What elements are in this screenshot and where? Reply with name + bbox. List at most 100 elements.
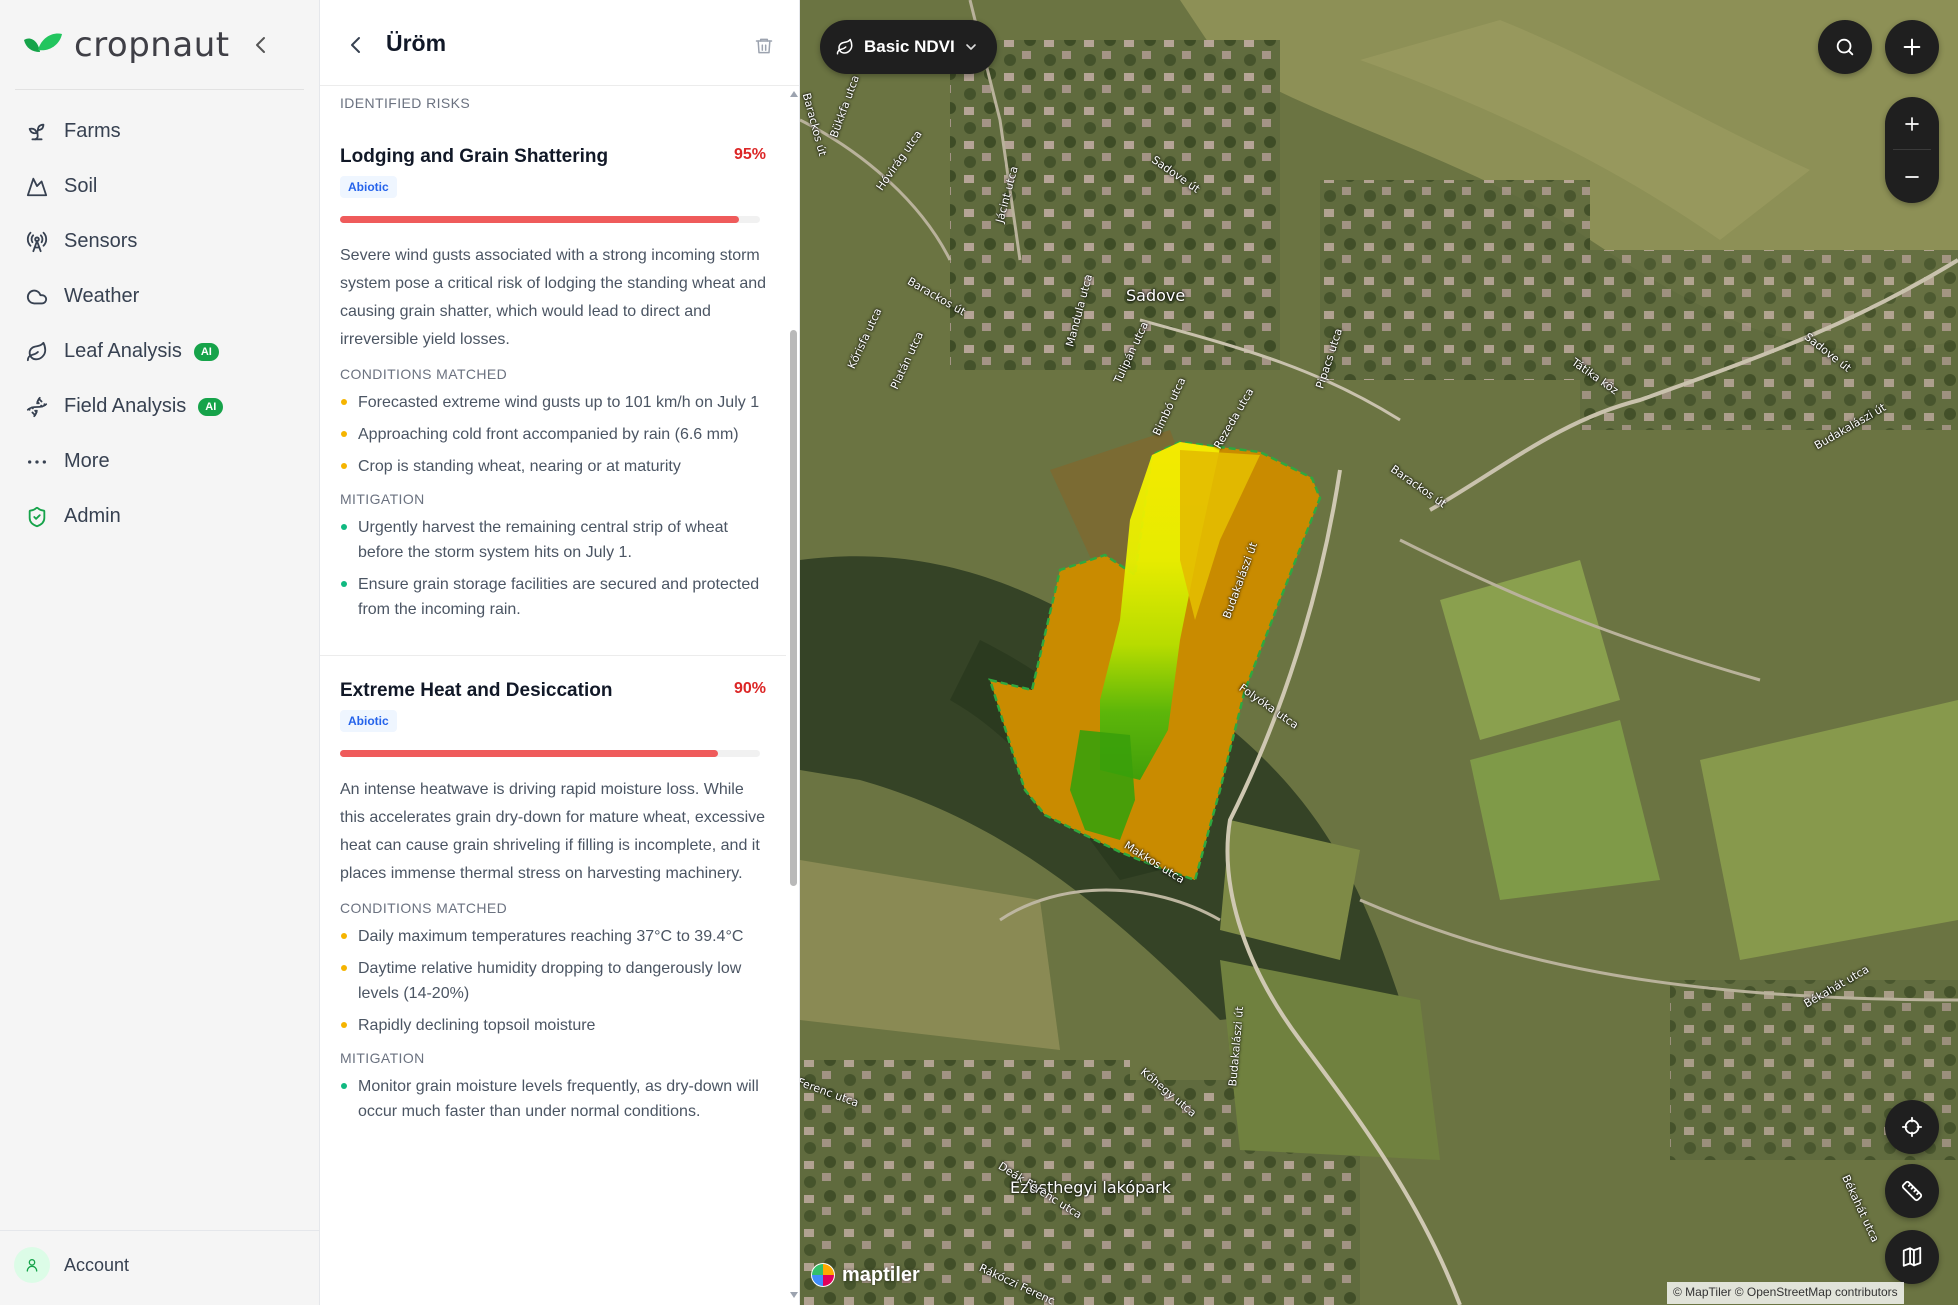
avatar — [14, 1247, 50, 1283]
trash-icon — [755, 38, 773, 54]
sidebar-item-label: Field Analysis — [64, 395, 187, 417]
map-attribution[interactable]: © MapTiler © OpenStreetMap contributors — [1667, 1282, 1904, 1304]
plus-icon — [1905, 116, 1919, 131]
condition-text: Daily maximum temperatures reaching 37°C… — [358, 928, 744, 945]
mountain-icon — [24, 174, 50, 200]
chevron-down-icon — [965, 44, 976, 50]
conditions-label: CONDITIONS MATCHED — [340, 900, 508, 916]
maptiler-logo[interactable]: maptiler — [810, 1262, 920, 1288]
radio-tower-icon — [24, 229, 50, 255]
sidebar-item-label: Leaf Analysis — [64, 340, 182, 362]
cloud-icon — [24, 284, 50, 310]
risk-panel: Üröm IDENTIFIED RISKS Lodging and Grain … — [320, 0, 800, 1305]
mitigation-label: MITIGATION — [340, 491, 425, 507]
zoom-in-button[interactable] — [1885, 97, 1939, 150]
risk-title: Lodging and Grain Shattering — [340, 146, 609, 167]
mitigation-item: Ensure grain storage facilities are secu… — [340, 572, 766, 622]
sprout-icon — [24, 119, 50, 145]
warning-bullet-icon — [341, 399, 347, 405]
back-button[interactable] — [342, 30, 368, 60]
risk-progress-fill — [340, 750, 718, 757]
conditions-label: CONDITIONS MATCHED — [340, 366, 508, 382]
mitigation-list: Urgently harvest the remaining central s… — [340, 515, 766, 622]
risk-list[interactable]: Lodging and Grain Shattering 95% Abiotic… — [320, 122, 786, 1305]
mitigation-item: Monitor grain moisture levels frequently… — [340, 1074, 766, 1124]
leaf-icon — [24, 339, 50, 365]
risk-card: Lodging and Grain Shattering 95% Abiotic… — [320, 122, 786, 655]
ai-badge: AI — [193, 342, 219, 361]
layer-label: Basic NDVI — [864, 37, 955, 56]
locate-button[interactable] — [1885, 1100, 1939, 1154]
crosshair-icon — [1901, 1116, 1923, 1138]
mitigation-text: Monitor grain moisture levels frequently… — [358, 1078, 759, 1120]
plus-icon — [1903, 38, 1921, 56]
scroll-down-arrow-icon[interactable] — [790, 1292, 798, 1298]
sidebar-item-field-analysis[interactable]: Field Analysis AI — [14, 379, 306, 434]
map-view[interactable]: Sadove Ezüsthegyi lakópark Barackos út B… — [800, 0, 1958, 1305]
mitigation-list: Monitor grain moisture levels frequently… — [340, 1074, 766, 1124]
chevron-left-icon — [256, 37, 265, 53]
logo-text: cropnaut — [74, 25, 230, 65]
risk-description: An intense heatwave is driving rapid moi… — [340, 781, 766, 882]
sidebar-divider — [15, 89, 304, 90]
conditions-list: Forecasted extreme wind gusts up to 101 … — [340, 390, 766, 479]
collapse-sidebar-button[interactable] — [246, 28, 274, 62]
sidebar-item-label: Admin — [64, 505, 121, 527]
measure-button[interactable] — [1885, 1164, 1939, 1218]
map-search-button[interactable] — [1818, 20, 1872, 74]
condition-text: Approaching cold front accompanied by ra… — [358, 426, 739, 443]
sidebar-item-sensors[interactable]: Sensors — [14, 214, 306, 269]
account-section: Account — [0, 1230, 320, 1305]
risk-progress-track — [340, 750, 760, 757]
sidebar-item-soil[interactable]: Soil — [14, 159, 306, 214]
sidebar-item-label: Weather — [64, 285, 140, 307]
sidebar-item-admin[interactable]: Admin — [14, 489, 306, 544]
ai-badge: AI — [198, 397, 224, 416]
condition-text: Daytime relative humidity dropping to da… — [358, 960, 742, 1002]
basemap-button[interactable] — [1885, 1230, 1939, 1284]
mitigation-text: Ensure grain storage facilities are secu… — [358, 576, 760, 618]
risk-description: Severe wind gusts associated with a stro… — [340, 247, 767, 348]
panel-header: Üröm — [320, 0, 799, 86]
sidebar-item-weather[interactable]: Weather — [14, 269, 306, 324]
warning-bullet-icon — [341, 431, 347, 437]
zoom-out-button[interactable] — [1885, 150, 1939, 203]
page-title: Üröm — [386, 30, 447, 56]
account-label: Account — [64, 1254, 130, 1275]
conditions-list: Daily maximum temperatures reaching 37°C… — [340, 924, 766, 1038]
risk-progress-track — [340, 216, 760, 223]
search-icon — [1836, 38, 1854, 56]
ruler-icon — [1901, 1180, 1923, 1202]
satellite-imagery — [800, 0, 1958, 1305]
sidebar-item-label: Sensors — [64, 230, 138, 252]
place-label: Sadove — [1126, 286, 1186, 305]
success-bullet-icon — [341, 581, 347, 587]
condition-item: Daily maximum temperatures reaching 37°C… — [340, 924, 766, 949]
app-logo[interactable]: cropnaut — [22, 22, 230, 68]
panel-scrollbar[interactable] — [787, 86, 799, 1305]
sidebar-item-farms[interactable]: Farms — [14, 104, 306, 159]
sidebar-item-more[interactable]: More — [14, 434, 306, 489]
risk-card: Extreme Heat and Desiccation 90% Abiotic… — [320, 655, 786, 1157]
maptiler-logo-text: maptiler — [842, 1263, 920, 1286]
sidebar: cropnaut Farms Soil Sensors Weather Leaf… — [0, 0, 320, 1305]
identified-risks-label: IDENTIFIED RISKS — [340, 95, 471, 111]
mitigation-label: MITIGATION — [340, 1050, 425, 1066]
sidebar-item-label: Soil — [64, 175, 98, 197]
warning-bullet-icon — [341, 965, 347, 971]
zoom-controls — [1885, 97, 1939, 203]
condition-text: Crop is standing wheat, nearing or at ma… — [358, 458, 681, 475]
add-field-button[interactable] — [1885, 20, 1939, 74]
scroll-up-arrow-icon[interactable] — [790, 91, 798, 97]
sidebar-item-leaf-analysis[interactable]: Leaf Analysis AI — [14, 324, 306, 379]
chevron-left-icon — [351, 37, 360, 53]
condition-text: Rapidly declining topsoil moisture — [358, 1017, 596, 1034]
warning-bullet-icon — [341, 933, 347, 939]
risk-title: Extreme Heat and Desiccation — [340, 680, 613, 701]
condition-item: Forecasted extreme wind gusts up to 101 … — [340, 390, 766, 415]
delete-button[interactable] — [750, 31, 778, 61]
scrollbar-thumb[interactable] — [790, 330, 797, 886]
account-button[interactable]: Account — [14, 1247, 129, 1283]
layer-selector-button[interactable]: Basic NDVI — [820, 20, 997, 74]
sidebar-nav: Farms Soil Sensors Weather Leaf Analysis — [14, 104, 306, 544]
